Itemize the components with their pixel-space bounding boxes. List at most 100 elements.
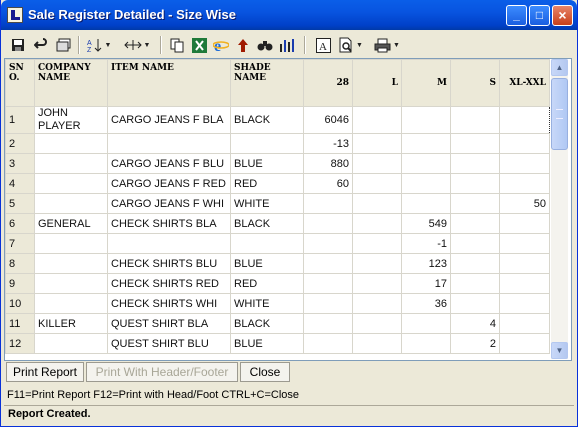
company-cell[interactable]: GENERAL xyxy=(34,213,108,234)
item-cell[interactable]: CHECK SHIRTS WHI xyxy=(107,293,231,314)
size-s-cell[interactable]: 4 xyxy=(450,313,500,334)
company-cell[interactable] xyxy=(34,293,108,314)
company-cell[interactable] xyxy=(34,133,108,154)
size-l-cell[interactable] xyxy=(352,233,402,254)
company-cell[interactable] xyxy=(34,333,108,354)
item-cell[interactable]: CARGO JEANS F RED xyxy=(107,173,231,194)
size-m-cell[interactable]: 17 xyxy=(401,273,451,294)
size-l-cell[interactable] xyxy=(352,273,402,294)
size-28-cell[interactable] xyxy=(303,333,353,354)
row-number[interactable]: 5 xyxy=(5,193,35,214)
row-number[interactable]: 9 xyxy=(5,273,35,294)
scroll-thumb[interactable] xyxy=(551,78,568,150)
column-header-28[interactable]: 28 xyxy=(303,59,353,107)
size-xl-xxl-cell[interactable] xyxy=(499,253,550,274)
shade-cell[interactable]: BLUE xyxy=(230,253,304,274)
table-row[interactable]: 1 JOHN PLAYER CARGO JEANS F BLA BLACK 6046 xyxy=(5,106,550,134)
shade-cell[interactable]: BLACK xyxy=(230,213,304,234)
size-m-cell[interactable] xyxy=(401,333,451,354)
size-l-cell[interactable] xyxy=(352,313,402,334)
close-button[interactable]: Close xyxy=(240,362,290,382)
sort-icon[interactable]: A Z ▼ xyxy=(84,36,114,54)
size-28-cell[interactable] xyxy=(303,253,353,274)
item-cell[interactable]: CHECK SHIRTS RED xyxy=(107,273,231,294)
size-m-cell[interactable] xyxy=(401,133,451,154)
print-report-button[interactable]: Print Report xyxy=(6,362,84,382)
size-xl-xxl-cell[interactable] xyxy=(499,213,550,234)
item-cell[interactable] xyxy=(107,233,231,254)
column-header-l[interactable]: L xyxy=(352,59,402,107)
close-window-button[interactable]: × xyxy=(552,5,573,26)
shade-cell[interactable]: BLACK xyxy=(230,106,304,134)
table-row[interactable]: 7 -1 xyxy=(5,233,550,254)
column-width-icon[interactable]: ▼ xyxy=(122,36,152,54)
scroll-down-button[interactable]: ▼ xyxy=(551,342,568,359)
size-s-cell[interactable] xyxy=(450,106,500,134)
row-number[interactable]: 1 xyxy=(5,106,35,134)
row-number[interactable]: 11 xyxy=(5,313,35,334)
copy-icon[interactable] xyxy=(168,36,186,54)
shade-cell[interactable]: WHITE xyxy=(230,293,304,314)
column-header-sn[interactable]: SN O. xyxy=(5,59,35,107)
size-s-cell[interactable] xyxy=(450,133,500,154)
table-row[interactable]: 2 -13 xyxy=(5,133,550,154)
row-number[interactable]: 6 xyxy=(5,213,35,234)
title-bar[interactable]: Sale Register Detailed - Size Wise _ □ × xyxy=(1,0,577,30)
size-28-cell[interactable]: 60 xyxy=(303,173,353,194)
table-row[interactable]: 3 CARGO JEANS F BLU BLUE 880 xyxy=(5,153,550,174)
size-28-cell[interactable] xyxy=(303,293,353,314)
size-28-cell[interactable] xyxy=(303,193,353,214)
size-s-cell[interactable] xyxy=(450,253,500,274)
row-number[interactable]: 10 xyxy=(5,293,35,314)
size-xl-xxl-cell[interactable] xyxy=(499,273,550,294)
table-row[interactable]: 6 GENERAL CHECK SHIRTS BLA BLACK 549 xyxy=(5,213,550,234)
size-28-cell[interactable] xyxy=(303,273,353,294)
size-l-cell[interactable] xyxy=(352,153,402,174)
minimize-button[interactable]: _ xyxy=(506,5,527,26)
item-cell[interactable]: CARGO JEANS F BLU xyxy=(107,153,231,174)
company-cell[interactable]: KILLER xyxy=(34,313,108,334)
row-number[interactable]: 8 xyxy=(5,253,35,274)
size-xl-xxl-cell[interactable] xyxy=(499,133,550,154)
chart-icon[interactable] xyxy=(278,36,296,54)
table-row[interactable]: 5 CARGO JEANS F WHI WHITE 50 xyxy=(5,193,550,214)
size-28-cell[interactable] xyxy=(303,233,353,254)
item-cell[interactable]: QUEST SHIRT BLA xyxy=(107,313,231,334)
company-cell[interactable] xyxy=(34,273,108,294)
shade-cell[interactable]: BLACK xyxy=(230,313,304,334)
size-m-cell[interactable] xyxy=(401,313,451,334)
item-cell[interactable] xyxy=(107,133,231,154)
size-xl-xxl-cell[interactable] xyxy=(499,153,550,174)
size-m-cell[interactable] xyxy=(401,173,451,194)
company-cell[interactable]: JOHN PLAYER xyxy=(34,106,108,134)
window-icon[interactable] xyxy=(55,36,73,54)
shade-cell[interactable] xyxy=(230,133,304,154)
size-s-cell[interactable] xyxy=(450,173,500,194)
shade-cell[interactable]: BLUE xyxy=(230,333,304,354)
save-icon[interactable] xyxy=(9,36,27,54)
shade-cell[interactable]: WHITE xyxy=(230,193,304,214)
table-row[interactable]: 9 CHECK SHIRTS RED RED 17 xyxy=(5,273,550,294)
scroll-up-button[interactable]: ▲ xyxy=(551,59,568,76)
column-header-item[interactable]: ITEM NAME xyxy=(107,59,231,107)
font-icon[interactable]: A xyxy=(314,36,332,54)
size-28-cell[interactable] xyxy=(303,313,353,334)
size-xl-xxl-cell[interactable] xyxy=(499,333,550,354)
shade-cell[interactable]: RED xyxy=(230,273,304,294)
maximize-button[interactable]: □ xyxy=(529,5,550,26)
size-m-cell[interactable]: 36 xyxy=(401,293,451,314)
size-l-cell[interactable] xyxy=(352,106,402,134)
table-row[interactable]: 10 CHECK SHIRTS WHI WHITE 36 xyxy=(5,293,550,314)
column-header-xl-xxl[interactable]: XL-XXL xyxy=(499,59,550,107)
size-xl-xxl-cell[interactable]: 50 xyxy=(499,193,550,214)
print-with-header-footer-button[interactable]: Print With Header/Footer xyxy=(86,362,238,382)
shade-cell[interactable]: RED xyxy=(230,173,304,194)
app-icon[interactable] xyxy=(7,7,23,23)
up-arrow-icon[interactable] xyxy=(234,36,252,54)
size-l-cell[interactable] xyxy=(352,193,402,214)
size-l-cell[interactable] xyxy=(352,253,402,274)
size-28-cell[interactable]: 880 xyxy=(303,153,353,174)
find-icon[interactable] xyxy=(256,36,274,54)
size-s-cell[interactable] xyxy=(450,193,500,214)
size-m-cell[interactable] xyxy=(401,193,451,214)
